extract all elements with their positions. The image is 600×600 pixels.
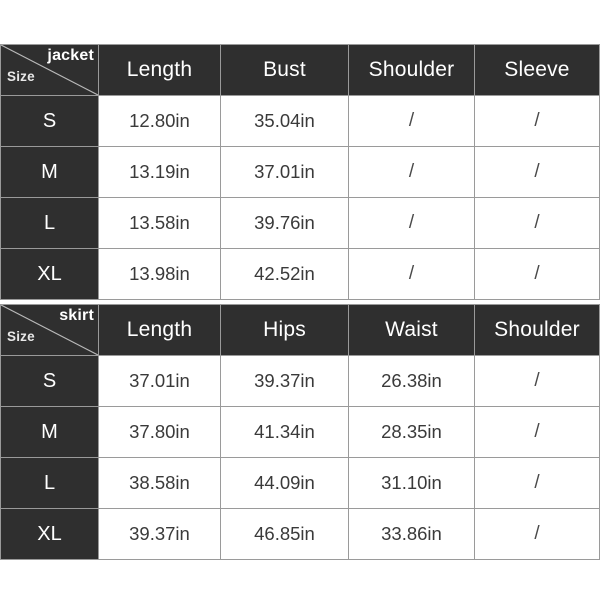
size-cell: L — [0, 457, 99, 509]
value-cell: 41.34in — [220, 406, 349, 458]
value-cell: 12.80in — [98, 95, 221, 147]
value-cell: 13.58in — [98, 197, 221, 249]
corner-category-label: skirt — [59, 307, 94, 324]
table-row: S 12.80in 35.04in / / — [0, 95, 600, 147]
column-header-sleeve: Sleeve — [474, 44, 600, 96]
column-header-waist: Waist — [348, 304, 475, 356]
value-cell: 28.35in — [348, 406, 475, 458]
column-header-shoulder: Shoulder — [474, 304, 600, 356]
table-row: M 37.80in 41.34in 28.35in / — [0, 406, 600, 458]
value-cell: / — [474, 457, 600, 509]
table-row: M 13.19in 37.01in / / — [0, 146, 600, 198]
value-cell: / — [348, 197, 475, 249]
table-header-row: jacket Size Length Bust Shoulder Sleeve — [0, 44, 600, 96]
value-cell: / — [474, 508, 600, 560]
value-cell: 13.19in — [98, 146, 221, 198]
table-row: XL 13.98in 42.52in / / — [0, 248, 600, 300]
value-cell: 38.58in — [98, 457, 221, 509]
value-cell: / — [474, 248, 600, 300]
size-table-jacket: jacket Size Length Bust Shoulder Sleeve … — [0, 44, 600, 300]
value-cell: 33.86in — [348, 508, 475, 560]
column-header-bust: Bust — [220, 44, 349, 96]
value-cell: / — [474, 406, 600, 458]
value-cell: / — [474, 95, 600, 147]
value-cell: / — [474, 197, 600, 249]
value-cell: 37.80in — [98, 406, 221, 458]
size-cell: M — [0, 146, 99, 198]
size-cell: XL — [0, 248, 99, 300]
size-cell: L — [0, 197, 99, 249]
value-cell: 39.37in — [220, 355, 349, 407]
corner-category-label: jacket — [47, 47, 94, 64]
corner-size-label: Size — [7, 69, 35, 85]
value-cell: 42.52in — [220, 248, 349, 300]
value-cell: 35.04in — [220, 95, 349, 147]
column-header-length: Length — [98, 44, 221, 96]
value-cell: / — [348, 95, 475, 147]
size-cell: S — [0, 355, 99, 407]
corner-cell-jacket: jacket Size — [0, 44, 99, 96]
size-cell: M — [0, 406, 99, 458]
value-cell: 37.01in — [98, 355, 221, 407]
column-header-length: Length — [98, 304, 221, 356]
value-cell: / — [348, 248, 475, 300]
size-chart-canvas: jacket Size Length Bust Shoulder Sleeve … — [0, 0, 600, 600]
corner-cell-skirt: skirt Size — [0, 304, 99, 356]
value-cell: 13.98in — [98, 248, 221, 300]
table-header-row: skirt Size Length Hips Waist Shoulder — [0, 304, 600, 356]
size-table-skirt: skirt Size Length Hips Waist Shoulder S … — [0, 304, 600, 560]
size-cell: XL — [0, 508, 99, 560]
value-cell: 39.37in — [98, 508, 221, 560]
value-cell: / — [474, 355, 600, 407]
column-header-hips: Hips — [220, 304, 349, 356]
value-cell: 26.38in — [348, 355, 475, 407]
value-cell: / — [348, 146, 475, 198]
value-cell: / — [474, 146, 600, 198]
size-cell: S — [0, 95, 99, 147]
value-cell: 44.09in — [220, 457, 349, 509]
table-row: L 38.58in 44.09in 31.10in / — [0, 457, 600, 509]
corner-size-label: Size — [7, 329, 35, 345]
value-cell: 37.01in — [220, 146, 349, 198]
table-row: S 37.01in 39.37in 26.38in / — [0, 355, 600, 407]
value-cell: 46.85in — [220, 508, 349, 560]
column-header-shoulder: Shoulder — [348, 44, 475, 96]
value-cell: 31.10in — [348, 457, 475, 509]
table-row: XL 39.37in 46.85in 33.86in / — [0, 508, 600, 560]
value-cell: 39.76in — [220, 197, 349, 249]
table-row: L 13.58in 39.76in / / — [0, 197, 600, 249]
